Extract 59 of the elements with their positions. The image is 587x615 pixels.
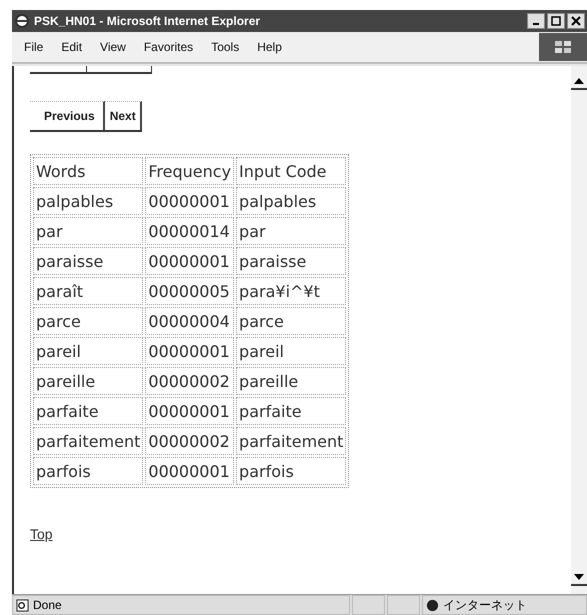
- table-cell: pareil: [236, 337, 346, 365]
- column-header: Frequency: [145, 157, 234, 185]
- column-header: Input Code: [236, 157, 346, 185]
- table-cell: parfaitement: [33, 427, 144, 455]
- table-cell: par: [33, 217, 144, 245]
- table-cell: parfaitement: [236, 427, 346, 455]
- status-pane: [387, 595, 420, 615]
- close-button[interactable]: [567, 13, 585, 29]
- down-arrow-icon: [574, 574, 584, 580]
- minimize-button[interactable]: [527, 13, 545, 29]
- table-cell: paraisse: [33, 247, 144, 275]
- menu-item[interactable]: Help: [257, 40, 282, 54]
- table-cell: 00000004: [145, 307, 234, 335]
- table-cell: par: [236, 217, 346, 245]
- table-cell: 00000014: [145, 217, 234, 245]
- maximize-icon: [551, 16, 561, 26]
- scrollbar[interactable]: [571, 66, 587, 594]
- table-cell: 00000001: [145, 187, 234, 215]
- table-cell: paraisse: [236, 247, 346, 275]
- table-cell: parce: [33, 307, 144, 335]
- top-link[interactable]: Top: [30, 526, 53, 542]
- up-arrow-icon: [574, 78, 584, 84]
- table-cell: parfaite: [236, 397, 346, 425]
- minimize-icon: [533, 23, 539, 25]
- menu-item[interactable]: Edit: [61, 40, 82, 54]
- table-cell: 00000001: [145, 337, 234, 365]
- nav-button[interactable]: Previous: [30, 101, 105, 130]
- page-icon: [16, 598, 29, 612]
- table-cell: 00000001: [145, 457, 234, 485]
- table-cell: palpables: [236, 187, 346, 215]
- table-cell: parce: [236, 307, 346, 335]
- table-cell: 00000001: [145, 397, 234, 425]
- column-header: Words: [33, 157, 144, 185]
- table-cell: pareille: [33, 367, 144, 395]
- table-cell: 00000002: [145, 367, 234, 395]
- status-text: Done: [33, 598, 62, 612]
- table-cell: parfois: [236, 457, 346, 485]
- globe-icon: [426, 598, 439, 612]
- menu-item[interactable]: Tools: [211, 40, 240, 54]
- nav-button[interactable]: Next: [104, 101, 142, 130]
- status-pane: [352, 595, 385, 615]
- menu-item[interactable]: Favorites: [144, 40, 194, 54]
- menu-item[interactable]: View: [100, 40, 126, 54]
- table-cell: pareille: [236, 367, 346, 395]
- table-cell: para¥i^¥t: [236, 277, 346, 305]
- menu-item[interactable]: File: [24, 40, 44, 54]
- table-cell: pareil: [33, 337, 144, 365]
- table-cell: parfaite: [33, 397, 144, 425]
- table-cell: paraît: [33, 277, 144, 305]
- table-cell: parfois: [33, 457, 144, 485]
- maximize-button[interactable]: [547, 13, 565, 29]
- browser-icon: [14, 13, 30, 29]
- table-cell: 00000005: [145, 277, 234, 305]
- table-cell: palpables: [33, 187, 144, 215]
- table-cell: 00000002: [145, 427, 234, 455]
- table-cell: 00000001: [145, 247, 234, 275]
- close-icon: [571, 16, 581, 26]
- zone-text: インターネット: [443, 596, 527, 614]
- window-title: PSK_HN01 - Microsoft Internet Explorer: [34, 14, 260, 28]
